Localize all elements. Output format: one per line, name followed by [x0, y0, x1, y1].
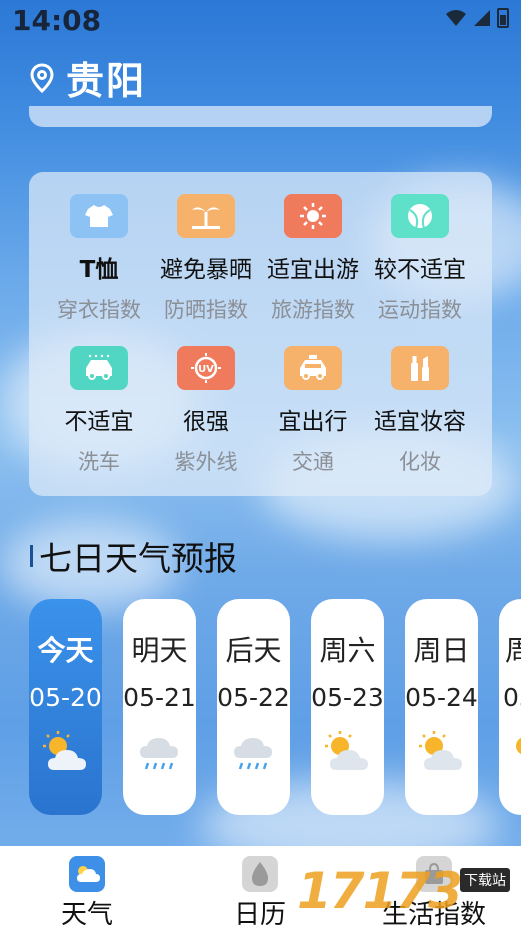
tshirt-icon	[70, 194, 128, 238]
day-name: 周	[505, 634, 521, 667]
index-value: 不适宜	[64, 409, 134, 435]
svg-text:UV: UV	[198, 364, 214, 375]
partly-cloudy-icon	[516, 737, 521, 755]
signal-icon	[474, 10, 490, 26]
partly-cloudy-icon	[324, 731, 368, 770]
day-date: 05-24	[405, 683, 478, 712]
rain-icon	[139, 738, 178, 770]
index-label: 旅游指数	[271, 298, 355, 322]
makeup-icon	[391, 346, 449, 390]
city-name: 贵阳	[66, 59, 147, 103]
index-value: 适宜出游	[267, 257, 359, 283]
current-weather-card	[29, 106, 492, 127]
calendar-drop-icon	[242, 856, 278, 892]
day-name: 今天	[37, 634, 94, 667]
day-date: 05-23	[311, 683, 384, 712]
forecast-day-card[interactable]: 周六 05-23	[311, 599, 384, 815]
day-date: 05-21	[123, 683, 196, 712]
day-date: 05-22	[217, 683, 290, 712]
index-value: 适宜妆容	[374, 409, 466, 435]
index-label: 穿衣指数	[57, 298, 141, 322]
nav-label: 天气	[60, 900, 113, 926]
location-pin-icon	[30, 62, 54, 93]
index-value: T恤	[79, 257, 119, 283]
day-name: 周六	[319, 634, 376, 667]
index-item-car-wash[interactable]: 不适宜 洗车	[41, 346, 157, 476]
car-wash-icon	[70, 346, 128, 390]
status-icons	[445, 8, 509, 28]
palm-tree-icon	[177, 194, 235, 238]
index-value: 避免暴晒	[160, 257, 252, 283]
day-name: 周日	[413, 634, 470, 667]
section-accent-bar	[30, 545, 33, 567]
index-label: 交通	[292, 450, 334, 474]
index-label: 运动指数	[378, 298, 462, 322]
index-item-uv[interactable]: UV 很强 紫外线	[148, 346, 264, 476]
nav-tab-weather[interactable]: 天气	[27, 856, 147, 926]
index-item-clothing[interactable]: T恤 穿衣指数	[41, 194, 157, 324]
index-value: 宜出行	[278, 409, 348, 435]
status-bar: 14:08	[0, 0, 521, 44]
forecast-day-card[interactable]: 今天 05-20	[29, 599, 102, 815]
uv-icon: UV	[177, 346, 235, 390]
forecast-day-card[interactable]: 周日 05-24	[405, 599, 478, 815]
day-name: 后天	[225, 634, 282, 667]
index-label: 紫外线	[174, 450, 238, 474]
index-value: 很强	[183, 409, 229, 435]
forecast-title: 七日天气预报	[39, 539, 237, 578]
watermark-logo: 17173	[297, 862, 463, 920]
index-item-sunscreen[interactable]: 避免暴晒 防晒指数	[148, 194, 264, 324]
index-item-traffic[interactable]: 宜出行 交通	[255, 346, 371, 476]
taxi-icon	[284, 346, 342, 390]
life-index-card: T恤 穿衣指数 避免暴晒 防晒指数 适宜出游 旅游指数 较不适宜 运动指数 不适…	[29, 172, 492, 496]
index-item-makeup[interactable]: 适宜妆容 化妆	[362, 346, 478, 476]
status-time: 14:08	[12, 4, 102, 37]
location-row[interactable]: 贵阳	[30, 50, 146, 105]
watermark-badge: 下载站	[460, 868, 510, 892]
index-label: 洗车	[78, 450, 120, 474]
forecast-section-title: 七日天气预报	[30, 532, 237, 580]
index-label: 防晒指数	[164, 298, 248, 322]
forecast-day-card[interactable]: 明天 05-21	[123, 599, 196, 815]
index-value: 较不适宜	[374, 257, 466, 283]
day-date: 05-20	[29, 683, 102, 712]
day-date: 05	[503, 683, 521, 712]
sun-icon	[284, 194, 342, 238]
partly-cloudy-icon	[418, 731, 462, 770]
rain-icon	[233, 738, 272, 770]
index-label: 化妆	[399, 450, 441, 474]
index-item-travel[interactable]: 适宜出游 旅游指数	[255, 194, 371, 324]
ball-icon	[391, 194, 449, 238]
battery-icon	[497, 8, 509, 28]
forecast-day-card-partial[interactable]: 周 05	[499, 599, 521, 815]
wifi-icon	[446, 10, 466, 26]
forecast-day-card[interactable]: 后天 05-22	[217, 599, 290, 815]
index-item-sport[interactable]: 较不适宜 运动指数	[362, 194, 478, 324]
day-name: 明天	[131, 634, 188, 667]
weather-icon	[69, 856, 105, 892]
partly-cloudy-icon	[42, 731, 86, 770]
